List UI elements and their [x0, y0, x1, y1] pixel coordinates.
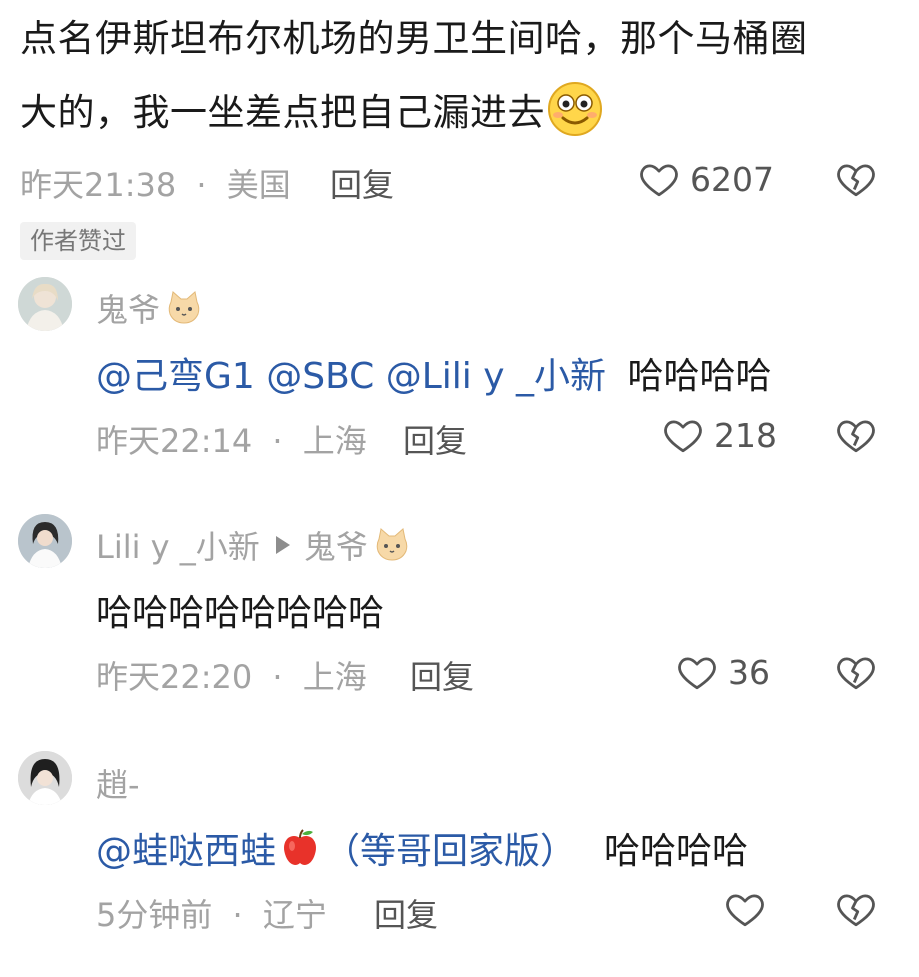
avatar[interactable]: [18, 514, 72, 568]
author-liked-badge: 作者赞过: [20, 222, 136, 260]
mention-link[interactable]: @蛙哒西蛙: [96, 822, 276, 874]
reply-meta: 昨天22:20 · 上海: [96, 652, 367, 698]
comment-location: 上海: [302, 658, 367, 696]
main-comment-line2-text: 大的，我一坐差点把自己漏进去: [20, 91, 545, 134]
like-button[interactable]: [724, 888, 766, 930]
heart-icon: [676, 651, 718, 693]
like-button[interactable]: 36: [676, 651, 770, 693]
dislike-button[interactable]: [835, 414, 877, 456]
comment-time: 5分钟前: [96, 896, 213, 934]
reply-text: 哈哈哈哈哈哈哈哈: [96, 593, 385, 634]
reply-body: 哈哈哈哈: [627, 356, 772, 397]
comment-time: 昨天22:14: [96, 422, 253, 460]
reply-to-name[interactable]: 鬼爷: [304, 522, 368, 568]
dislike-button[interactable]: [835, 888, 877, 930]
comment-time: 昨天22:20: [96, 658, 253, 696]
main-comment-text: 点名伊斯坦布尔机场的男卫生间哈，那个马桶圈 大的，我一坐差点把自己漏进去: [20, 2, 910, 150]
like-count: 36: [728, 652, 770, 692]
mention-links[interactable]: @己弯G1 @SBC @Lili y _小新: [96, 356, 606, 397]
reply-button[interactable]: 回复: [410, 652, 474, 698]
separator-dot: ·: [272, 422, 283, 460]
reply-body: 哈哈哈哈: [604, 831, 749, 872]
like-count: 6207: [690, 159, 774, 199]
broken-heart-icon: [835, 414, 877, 456]
separator-dot: ·: [196, 166, 207, 204]
reply-button[interactable]: 回复: [374, 890, 438, 936]
reply-author-name[interactable]: 趙-: [96, 760, 140, 806]
like-count: 218: [714, 415, 777, 455]
mention-suffix[interactable]: （等哥回家版）: [324, 822, 576, 874]
main-comment-line2: 大的，我一坐差点把自己漏进去: [20, 76, 910, 150]
dislike-button[interactable]: [835, 158, 877, 200]
reply-author-name-text: Lili y _小新: [96, 528, 260, 566]
avatar[interactable]: [18, 277, 72, 331]
reply-button[interactable]: 回复: [403, 416, 467, 462]
heart-icon: [662, 414, 704, 456]
heart-icon: [638, 158, 680, 200]
smiley-face-icon: [547, 81, 603, 137]
cat-face-icon: [164, 288, 204, 328]
apple-icon: [278, 826, 322, 870]
broken-heart-icon: [835, 888, 877, 930]
comment-location: 美国: [226, 166, 291, 204]
reply-meta: 5分钟前 · 辽宁: [96, 890, 327, 936]
avatar[interactable]: [18, 751, 72, 805]
main-comment-line1: 点名伊斯坦布尔机场的男卫生间哈，那个马桶圈: [20, 17, 808, 60]
reply-button[interactable]: 回复: [330, 160, 394, 206]
heart-icon: [724, 888, 766, 930]
reply-author-name-text: 鬼爷: [96, 291, 161, 329]
reply-author-name[interactable]: 鬼爷: [96, 285, 204, 331]
broken-heart-icon: [835, 651, 877, 693]
separator-dot: ·: [232, 896, 243, 934]
reply-text: @己弯G1 @SBC @Lili y _小新 哈哈哈哈: [96, 347, 771, 399]
dislike-button[interactable]: [835, 651, 877, 693]
reply-meta: 昨天22:14 · 上海: [96, 416, 367, 462]
comment-location: 辽宁: [262, 896, 327, 934]
reply-text: @蛙哒西蛙 （等哥回家版） 哈哈哈哈: [96, 822, 748, 874]
reply-author-name[interactable]: Lili y _小新 鬼爷: [96, 522, 412, 568]
comment-time: 昨天21:38: [20, 166, 177, 204]
cat-face-icon: [372, 525, 412, 565]
like-button[interactable]: 218: [662, 414, 777, 456]
reply-arrow-icon: [274, 534, 292, 556]
like-button[interactable]: 6207: [638, 158, 774, 200]
main-comment-meta: 昨天21:38 · 美国: [20, 160, 291, 206]
separator-dot: ·: [272, 658, 283, 696]
broken-heart-icon: [835, 158, 877, 200]
comment-location: 上海: [302, 422, 367, 460]
